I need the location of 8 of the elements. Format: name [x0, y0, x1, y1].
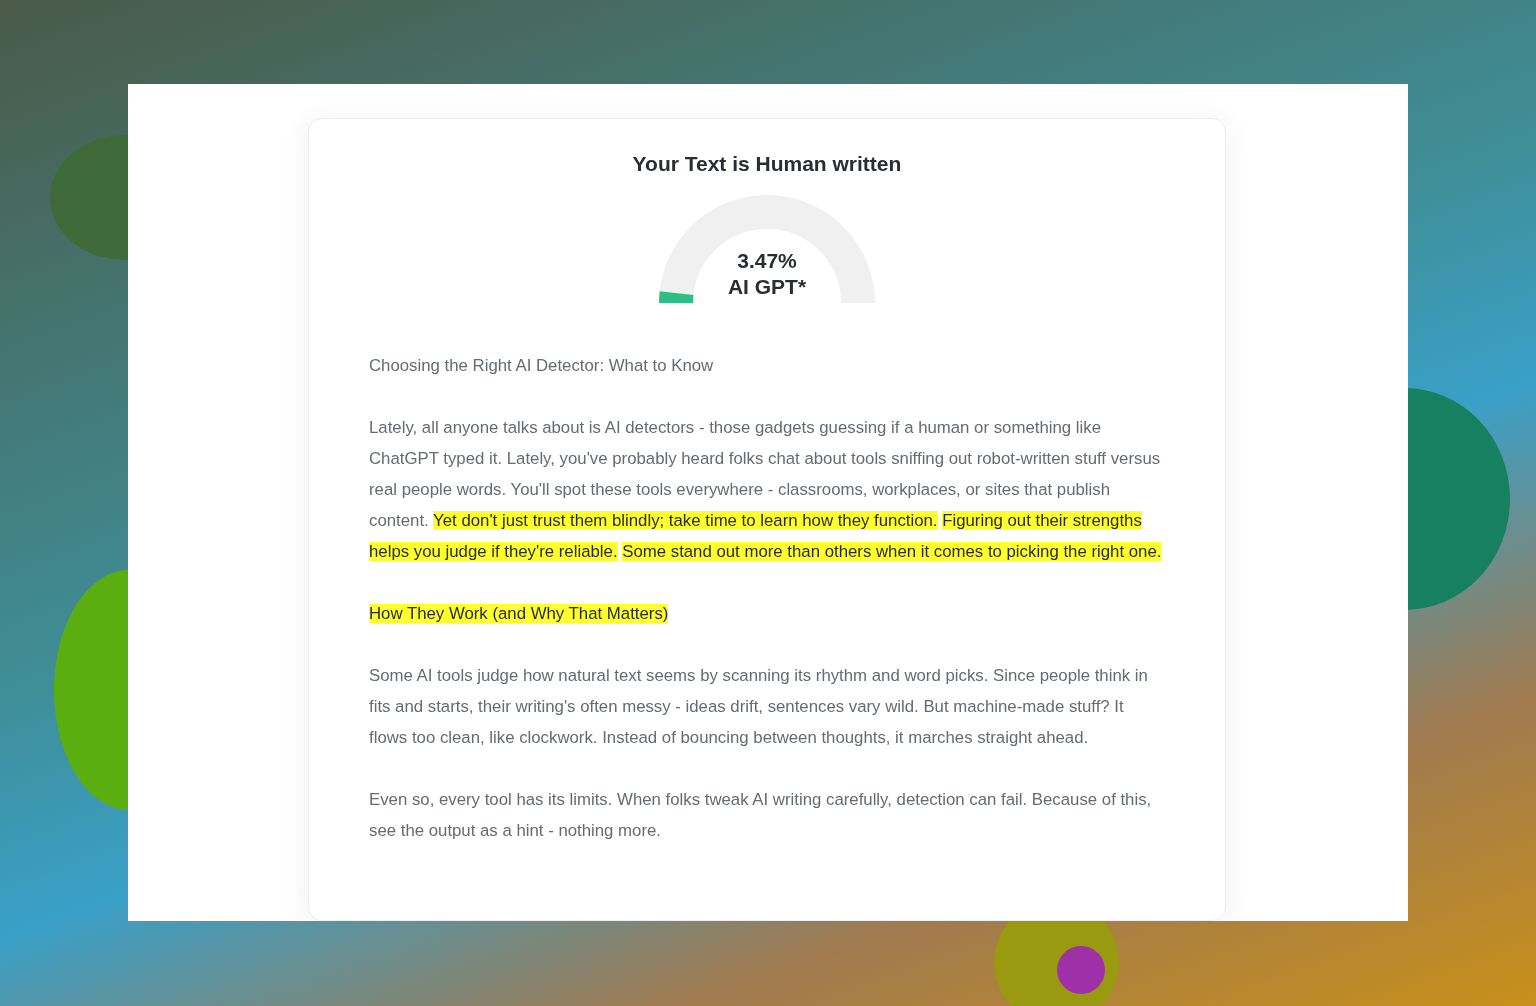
paragraph: Some AI tools judge how natural text seems by scanning its rhythm and word picks. Since people think in fits and starts, their writing's often messy - ideas drift, sentences vary wild. But machine-made stuff? It flows too clean, like clockwork. Instead of bouncing between thoughts, it marches straight ahead.	[369, 665, 1149, 749]
gauge-label: AI GPT*	[727, 274, 807, 300]
paragraph: Lately, all anyone talks about is AI detectors - those gadgets guessing if a human or something like ChatGPT typed it. Lately, you've probably heard folks chat about tools sniffing out robot-written stuff versus real people words. You'll spot these tools everywhere - classrooms, workplaces, or sites that publish content. Yet don't just trust them blindly; take time to learn how they function. Figuring out their strengths helps you judge if they're reliable. Some stand out more than others when it comes to picking the right one.	[369, 417, 1163, 563]
paragraph: Even so, every tool has its limits. When folks tweak AI writing carefully, detection can fail. Because of this, see the output as a hint - nothing more.	[369, 789, 1153, 842]
ai-percentage: 3.47%	[737, 248, 797, 274]
result-title: Your Text is Human written	[632, 152, 902, 176]
article-title: Choosing the Right AI Detector: What to Know	[369, 355, 715, 377]
paragraph: How They Work (and Why That Matters)	[369, 603, 670, 625]
